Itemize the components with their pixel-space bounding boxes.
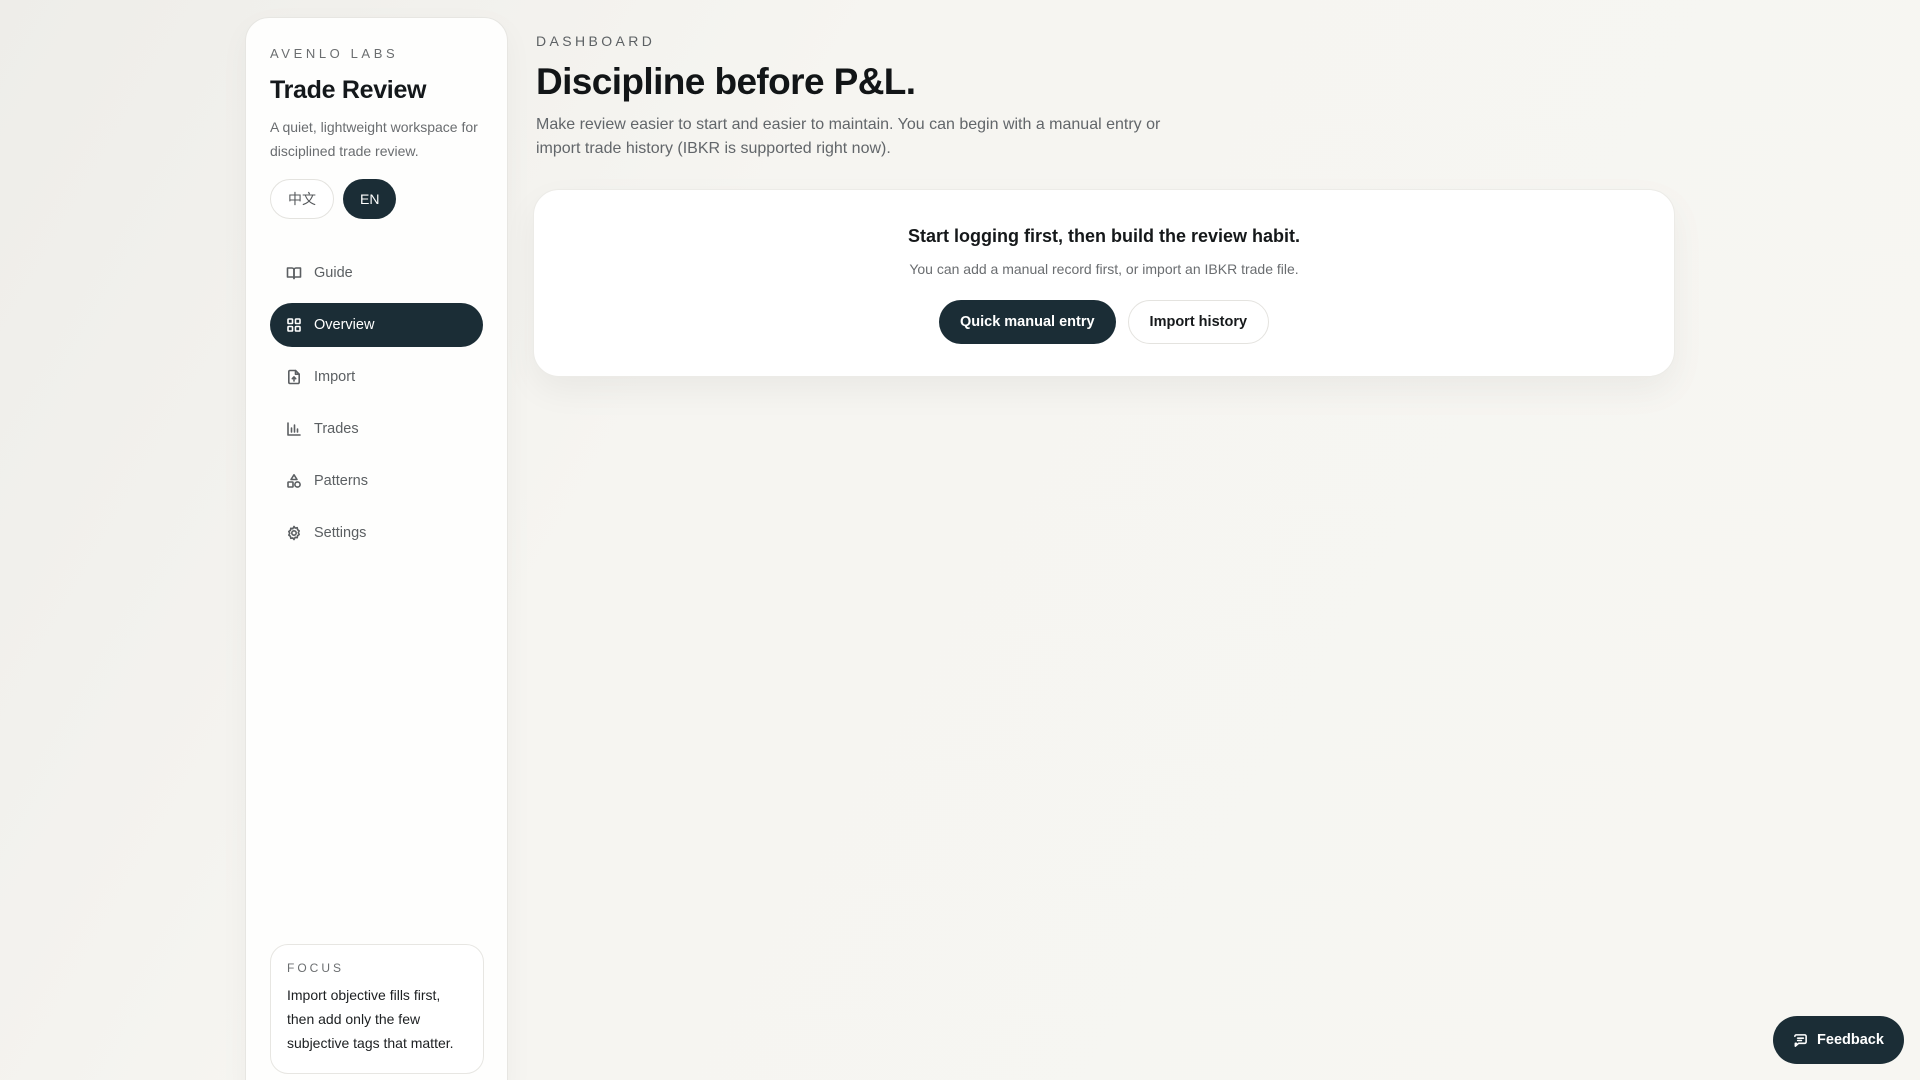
main-header: DASHBOARD Discipline before P&L. Make re… [536,33,1176,161]
sidebar-item-label: Trades [314,421,359,437]
language-switcher: 中文 EN [270,179,483,219]
sidebar-nav: Guide Overview Import Trades Patterns Se… [270,251,483,555]
sidebar-item-trades[interactable]: Trades [270,407,483,451]
sidebar-item-import[interactable]: Import [270,355,483,399]
file-import-icon [286,369,302,385]
grid-icon [286,317,302,333]
focus-card: FOCUS Import objective fills first, then… [270,944,484,1074]
sidebar-item-label: Patterns [314,473,368,489]
sidebar-item-settings[interactable]: Settings [270,511,483,555]
language-zh-button[interactable]: 中文 [270,179,334,219]
card-subtitle: You can add a manual record first, or im… [909,261,1299,277]
feedback-button[interactable]: Feedback [1773,1016,1904,1064]
brand-description: A quiet, lightweight workspace for disci… [270,119,478,159]
quick-manual-entry-button[interactable]: Quick manual entry [938,300,1116,344]
page-description: Make review easier to start and easier t… [536,116,1161,157]
sidebar-item-label: Guide [314,265,353,281]
sidebar-item-overview[interactable]: Overview [270,303,483,347]
page-kicker: DASHBOARD [536,33,656,49]
sidebar-item-label: Import [314,369,356,385]
focus-label: FOCUS [287,961,344,975]
sidebar-item-guide[interactable]: Guide [270,251,483,295]
message-icon [1793,1033,1808,1048]
sidebar: AVENLO LABS Trade Review A quiet, lightw… [245,17,508,1080]
bar-chart-icon [286,421,302,437]
feedback-label: Feedback [1817,1032,1884,1048]
book-icon [286,265,302,281]
getting-started-card: Start logging first, then build the revi… [533,189,1675,377]
language-en-button[interactable]: EN [343,179,397,219]
brand-kicker: AVENLO LABS [270,46,399,61]
gear-icon [286,525,302,541]
brand-title: Trade Review [270,76,427,104]
page-title: Discipline before P&L. [536,61,916,102]
card-title: Start logging first, then build the revi… [907,226,1301,246]
card-actions: Quick manual entry Import history [534,300,1674,344]
sidebar-item-label: Overview [314,317,375,333]
focus-text: Import objective fills first, then add o… [287,987,454,1051]
sidebar-item-patterns[interactable]: Patterns [270,459,483,503]
shapes-icon [286,473,302,489]
import-history-button[interactable]: Import history [1127,300,1270,344]
sidebar-item-label: Settings [314,525,367,541]
